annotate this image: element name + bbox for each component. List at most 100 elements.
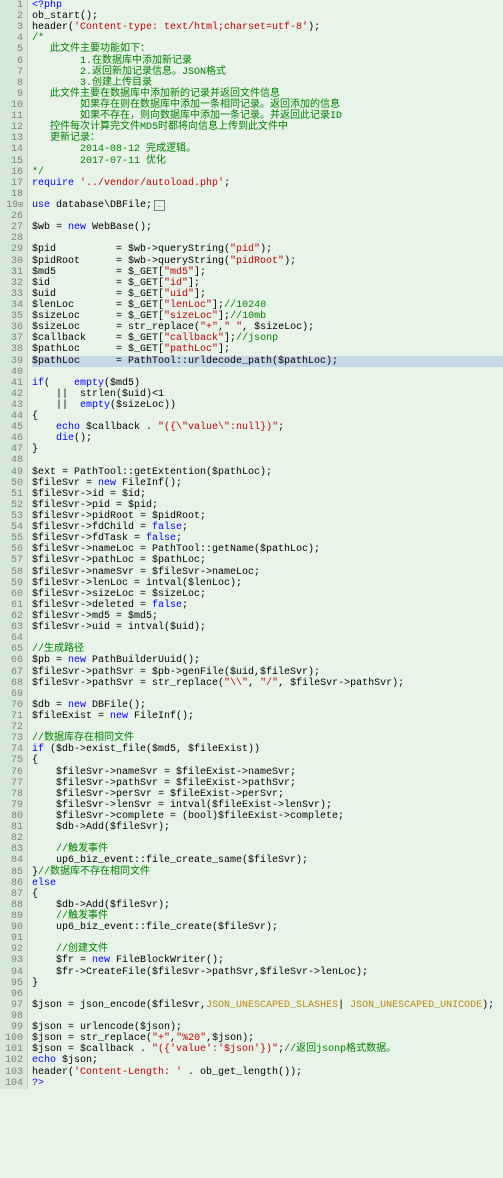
code-line[interactable]: /* [32, 33, 503, 44]
code-line[interactable] [32, 689, 503, 700]
code-line[interactable]: 1.在数据库中添加新记录 [32, 56, 503, 67]
code-line[interactable]: //生成路径 [32, 644, 503, 655]
code-line[interactable]: $fileSvr->nameSvr = $fileExist->nameSvr; [32, 767, 503, 778]
code-line[interactable]: $fileSvr->nameLoc = PathTool::getName($p… [32, 544, 503, 555]
code-line[interactable]: $fileSvr->perSvr = $fileExist->perSvr; [32, 789, 503, 800]
code-line[interactable]: $fileSvr->md5 = $md5; [32, 611, 503, 622]
code-line[interactable]: { [32, 889, 503, 900]
code-line[interactable]: $ext = PathTool::getExtention($pathLoc); [32, 467, 503, 478]
code-line[interactable]: die(); [32, 433, 503, 444]
code-line[interactable]: $callback = $_GET["callback"];//jsonp [32, 333, 503, 344]
code-line[interactable]: //触发事件 [32, 844, 503, 855]
code-line[interactable]: } [32, 444, 503, 455]
code-line[interactable]: else [32, 878, 503, 889]
code-line[interactable]: $fr = new FileBlockWriter(); [32, 955, 503, 966]
code-line[interactable]: $pb = new PathBuilderUuid(); [32, 655, 503, 666]
code-line[interactable]: */ [32, 167, 503, 178]
code-line[interactable]: $fileSvr->nameSvr = $fileSvr->nameLoc; [32, 567, 503, 578]
code-line[interactable]: $sizeLoc = str_replace("+"," ", $sizeLoc… [32, 322, 503, 333]
code-line[interactable]: up6_biz_event::file_create_same($fileSvr… [32, 855, 503, 866]
code-line[interactable] [32, 233, 503, 244]
code-line[interactable]: }//数据库不存在相同文件 [32, 867, 503, 878]
code-line[interactable] [32, 367, 503, 378]
code-line[interactable]: //创建文件 [32, 944, 503, 955]
code-area[interactable]: <?phpob_start();header('Content-type: te… [28, 0, 503, 1089]
code-line[interactable]: echo $json; [32, 1055, 503, 1066]
code-line[interactable]: $fileSvr->fdChild = false; [32, 522, 503, 533]
code-line[interactable]: $md5 = $_GET["md5"]; [32, 267, 503, 278]
code-line[interactable]: || strlen($uid)<1 [32, 389, 503, 400]
code-line[interactable]: $uid = $_GET["uid"]; [32, 289, 503, 300]
code-line[interactable]: $pidRoot = $wb->queryString("pidRoot"); [32, 256, 503, 267]
code-line[interactable]: $pathLoc = PathTool::urldecode_path($pat… [32, 356, 503, 367]
code-line[interactable]: if ($db->exist_file($md5, $fileExist)) [32, 744, 503, 755]
code-line[interactable]: $json = json_encode($fileSvr,JSON_UNESCA… [32, 1000, 503, 1011]
code-line[interactable]: $db->Add($fileSvr); [32, 900, 503, 911]
code-line[interactable]: ob_start(); [32, 11, 503, 22]
code-line[interactable]: $fileSvr->pathLoc = $pathLoc; [32, 555, 503, 566]
code-line[interactable]: $fileSvr = new FileInf(); [32, 478, 503, 489]
code-line[interactable]: use database\DBFile;… [32, 200, 503, 211]
code-line[interactable]: 更新记录： [32, 133, 503, 144]
code-line[interactable]: 2017-07-11 优化 [32, 156, 503, 167]
code-line[interactable]: $db = new DBFile(); [32, 700, 503, 711]
code-line[interactable]: $db->Add($fileSvr); [32, 822, 503, 833]
code-line[interactable]: } [32, 978, 503, 989]
code-line[interactable]: { [32, 755, 503, 766]
fold-indicator[interactable]: … [154, 200, 165, 211]
code-line[interactable] [32, 833, 503, 844]
code-line[interactable]: $pathLoc = $_GET["pathLoc"]; [32, 344, 503, 355]
code-line[interactable]: up6_biz_event::file_create($fileSvr); [32, 922, 503, 933]
code-line[interactable]: $fileSvr->complete = (bool)$fileExist->c… [32, 811, 503, 822]
code-line[interactable]: 如果存在则在数据库中添加一条相同记录。返回添加的信息 [32, 100, 503, 111]
code-line[interactable]: $pid = $wb->queryString("pid"); [32, 244, 503, 255]
code-line[interactable]: 此文件主要在数据库中添加新的记录并返回文件信息 [32, 89, 503, 100]
code-line[interactable]: $fileSvr->pathSvr = str_replace("\\", "/… [32, 678, 503, 689]
code-line[interactable] [32, 722, 503, 733]
code-line[interactable]: $fileSvr->pathSvr = $pb->genFile($uid,$f… [32, 667, 503, 678]
code-line[interactable]: $sizeLoc = $_GET["sizeLoc"];//10mb [32, 311, 503, 322]
code-line[interactable] [32, 211, 503, 222]
code-line[interactable]: $fileSvr->pidRoot = $pidRoot; [32, 511, 503, 522]
code-line[interactable]: { [32, 411, 503, 422]
code-line[interactable]: //触发事件 [32, 911, 503, 922]
code-line[interactable]: || empty($sizeLoc)) [32, 400, 503, 411]
code-line[interactable]: $fileSvr->pathSvr = $fileExist->pathSvr; [32, 778, 503, 789]
code-line[interactable]: $fileExist = new FileInf(); [32, 711, 503, 722]
code-line[interactable]: $id = $_GET["id"]; [32, 278, 503, 289]
code-line[interactable]: 3.创建上传目录 [32, 78, 503, 89]
code-line[interactable]: $fileSvr->id = $id; [32, 489, 503, 500]
code-line[interactable]: $fileSvr->deleted = false; [32, 600, 503, 611]
code-line[interactable]: $fileSvr->fdTask = false; [32, 533, 503, 544]
code-line[interactable]: echo $callback . "({\"value\":null})"; [32, 422, 503, 433]
code-line[interactable]: $fileSvr->pid = $pid; [32, 500, 503, 511]
code-line[interactable] [32, 989, 503, 1000]
code-line[interactable]: <?php [32, 0, 503, 11]
code-line[interactable]: $lenLoc = $_GET["lenLoc"];//10240 [32, 300, 503, 311]
code-line[interactable]: $fileSvr->lenSvr = intval($fileExist->le… [32, 800, 503, 811]
code-line[interactable]: 2014-08-12 完成逻辑。 [32, 144, 503, 155]
code-line[interactable]: 控件每次计算完文件MD5时都将向信息上传到此文件中 [32, 122, 503, 133]
code-line[interactable]: require '../vendor/autoload.php'; [32, 178, 503, 189]
code-line[interactable]: header('Content-type: text/html;charset=… [32, 22, 503, 33]
code-line[interactable]: $fileSvr->lenLoc = intval($lenLoc); [32, 578, 503, 589]
code-line[interactable]: $fileSvr->uid = intval($uid); [32, 622, 503, 633]
code-line[interactable]: $json = urlencode($json); [32, 1022, 503, 1033]
code-line[interactable]: 此文件主要功能如下： [32, 44, 503, 55]
code-line[interactable]: $wb = new WebBase(); [32, 222, 503, 233]
code-line[interactable]: if( empty($md5) [32, 378, 503, 389]
code-line[interactable]: ?> [32, 1078, 503, 1089]
code-line[interactable] [32, 455, 503, 466]
code-line[interactable]: $json = str_replace("+","%20",$json); [32, 1033, 503, 1044]
code-line[interactable]: $json = $callback . "({'value':'$json'})… [32, 1044, 503, 1055]
code-line[interactable]: //数据库存在相同文件 [32, 733, 503, 744]
code-line[interactable] [32, 189, 503, 200]
code-line[interactable] [32, 633, 503, 644]
code-line[interactable]: $fileSvr->sizeLoc = $sizeLoc; [32, 589, 503, 600]
code-line[interactable] [32, 1011, 503, 1022]
code-line[interactable]: 2.返回新加记录信息。JSON格式 [32, 67, 503, 78]
code-line[interactable]: header('Content-Length: ' . ob_get_lengt… [32, 1067, 503, 1078]
code-line[interactable] [32, 933, 503, 944]
code-line[interactable]: $fr->CreateFile($fileSvr->pathSvr,$fileS… [32, 967, 503, 978]
code-line[interactable]: 如果不存在，则向数据库中添加一条记录。并返回此记录ID [32, 111, 503, 122]
